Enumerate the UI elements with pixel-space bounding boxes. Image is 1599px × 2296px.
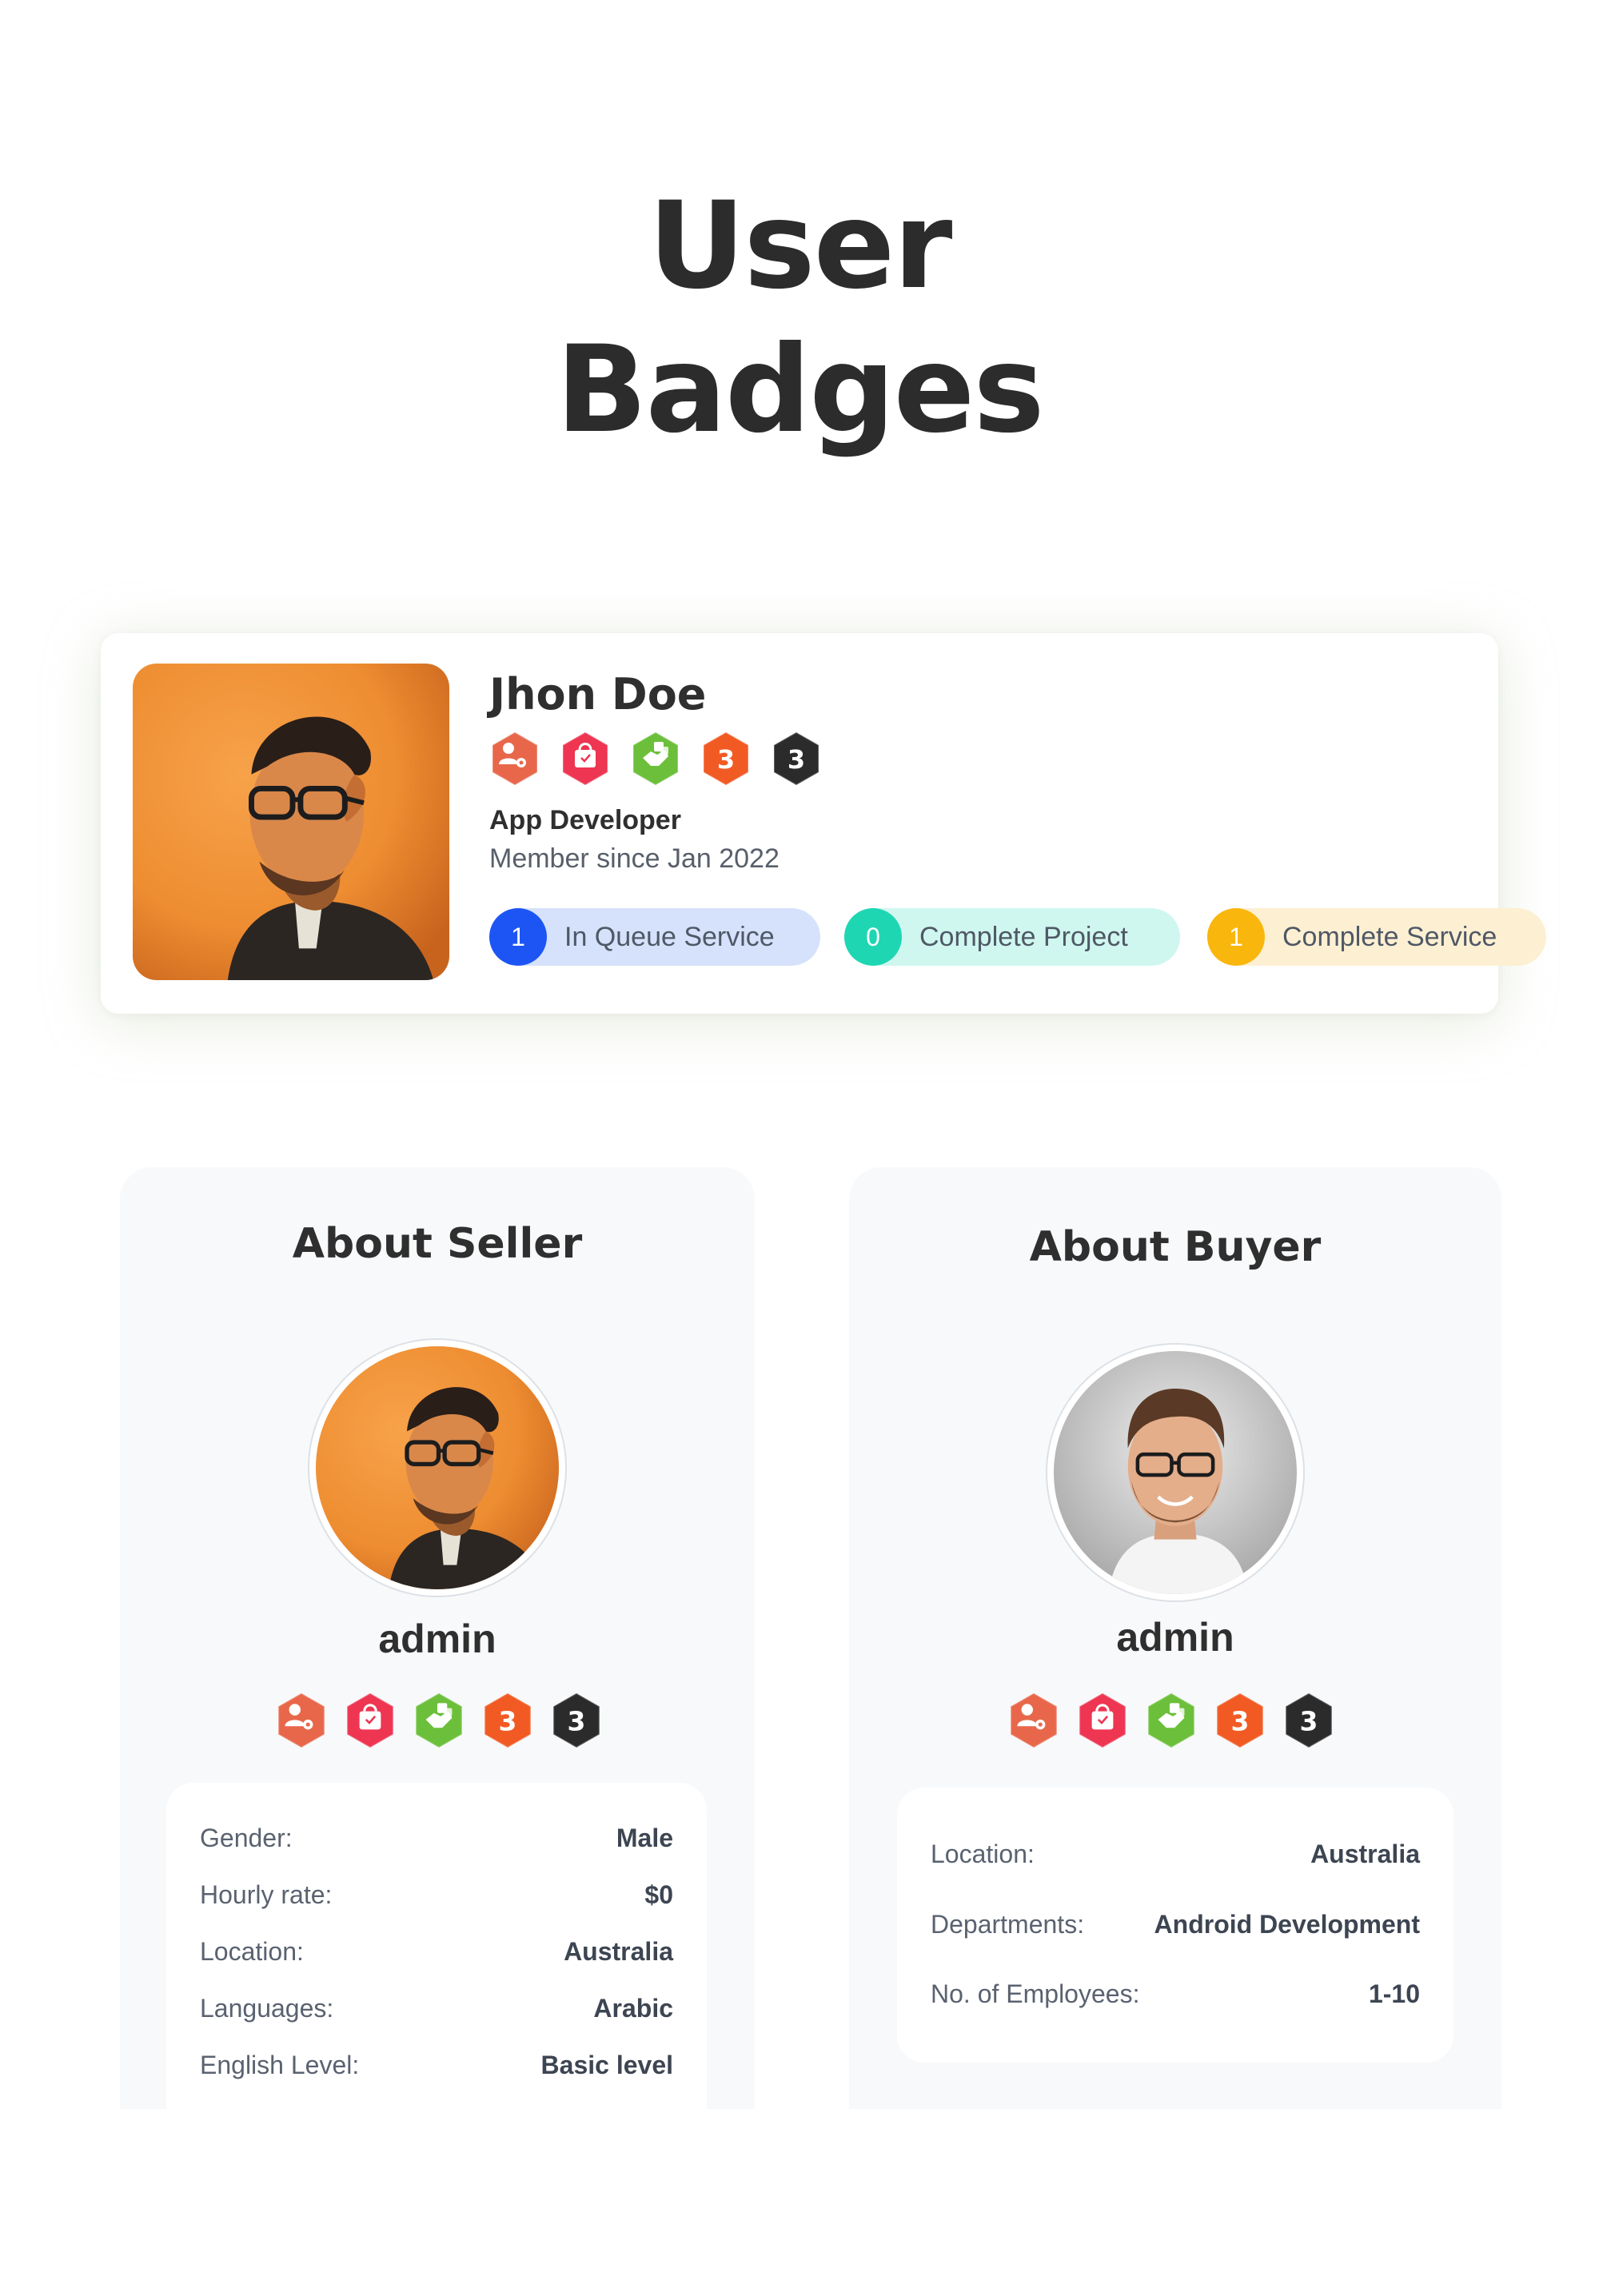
badge-row: 33: [489, 731, 822, 787]
about-seller-panel: About Seller admin 33 Gender: Male Hourl…: [120, 1167, 755, 2109]
about-buyer-title: About Buyer: [1029, 1223, 1322, 1271]
detail-value: Android Development: [1154, 1910, 1420, 1939]
user-settings-icon: [492, 731, 538, 787]
detail-row: Departments: Android Development: [931, 1907, 1420, 1941]
member-since: Member since Jan 2022: [489, 843, 780, 874]
profile-name: Jhon Doe: [489, 669, 707, 719]
stat-count: 0: [844, 908, 902, 966]
about-buyer-panel: About Buyer admin 33 Location: Australia…: [849, 1167, 1501, 2109]
detail-row: Languages: Arabic: [200, 1991, 673, 2025]
badge-number: 3: [499, 1705, 517, 1736]
number-badge-icon: 3: [552, 1692, 600, 1749]
detail-row: English Level: Basic level: [200, 2048, 673, 2082]
detail-value: Basic level: [540, 2051, 673, 2079]
detail-key: Hourly rate:: [200, 1880, 333, 1909]
detail-key: Location:: [931, 1840, 1035, 1868]
buyer-details: Location: Australia Departments: Android…: [897, 1788, 1453, 2063]
badge-number: 3: [1300, 1705, 1318, 1736]
handshake-icon: [632, 731, 679, 787]
badge-number: 3: [788, 744, 805, 775]
user-settings-icon: [1010, 1692, 1058, 1749]
detail-key: Languages:: [200, 1994, 334, 2023]
number-badge-icon: 3: [1216, 1692, 1264, 1749]
page-title-line-2: Badges: [556, 321, 1044, 460]
detail-row: Location: Australia: [200, 1935, 673, 1968]
stat-in-queue-service[interactable]: 1 In Queue Service: [489, 908, 820, 966]
shopping-bag-icon: [346, 1692, 394, 1749]
stat-complete-project[interactable]: 0 Complete Project: [844, 908, 1180, 966]
detail-value: Male: [616, 1824, 673, 1852]
number-badge-icon: 3: [703, 731, 749, 787]
page-title: User Badges: [0, 174, 1599, 462]
detail-value: Arabic: [593, 1994, 673, 2023]
detail-row: Location: Australia: [931, 1837, 1420, 1871]
detail-value: 1-10: [1368, 1979, 1420, 2008]
detail-key: Departments:: [931, 1910, 1085, 1939]
number-badge-icon: 3: [484, 1692, 532, 1749]
badge-number: 3: [568, 1705, 586, 1736]
shopping-bag-icon: [562, 731, 608, 787]
stat-label: Complete Project: [919, 921, 1128, 952]
badge-row: 33: [1007, 1692, 1335, 1749]
detail-row: Hourly rate: $0: [200, 1878, 673, 1911]
number-badge-icon: 3: [773, 731, 819, 787]
page-title-line-1: User: [648, 177, 953, 316]
detail-key: Location:: [200, 1937, 304, 1966]
stat-count: 1: [1207, 908, 1265, 966]
seller-details: Gender: Male Hourly rate: $0 Location: A…: [166, 1783, 707, 2109]
seller-name: admin: [378, 1616, 496, 1661]
shopping-bag-icon: [1079, 1692, 1126, 1749]
badge-row: 33: [275, 1692, 603, 1749]
detail-row: No. of Employees: 1-10: [931, 1977, 1420, 2011]
stat-count: 1: [489, 908, 547, 966]
detail-value: $0: [644, 1880, 673, 1909]
buyer-avatar: [1046, 1343, 1305, 1602]
detail-value: Australia: [1310, 1840, 1420, 1868]
detail-key: No. of Employees:: [931, 1979, 1140, 2008]
seller-avatar: [308, 1338, 567, 1597]
stat-complete-service[interactable]: 1 Complete Service: [1207, 908, 1546, 966]
badge-number: 3: [1231, 1705, 1250, 1736]
handshake-icon: [1147, 1692, 1195, 1749]
detail-row: Gender: Male: [200, 1821, 673, 1855]
detail-value: Australia: [564, 1937, 673, 1966]
detail-key: Gender:: [200, 1824, 293, 1852]
stat-label: Complete Service: [1282, 921, 1497, 952]
buyer-name: admin: [1116, 1615, 1234, 1660]
profile-card: Jhon Doe 33 App Developer Member since J…: [101, 633, 1546, 1014]
profile-photo: [133, 664, 449, 980]
profile-role: App Developer: [489, 805, 681, 835]
detail-key: English Level:: [200, 2051, 360, 2079]
stat-label: In Queue Service: [564, 921, 775, 952]
user-settings-icon: [277, 1692, 325, 1749]
about-seller-title: About Seller: [292, 1220, 583, 1268]
handshake-icon: [415, 1692, 463, 1749]
number-badge-icon: 3: [1285, 1692, 1333, 1749]
badge-number: 3: [717, 744, 735, 775]
